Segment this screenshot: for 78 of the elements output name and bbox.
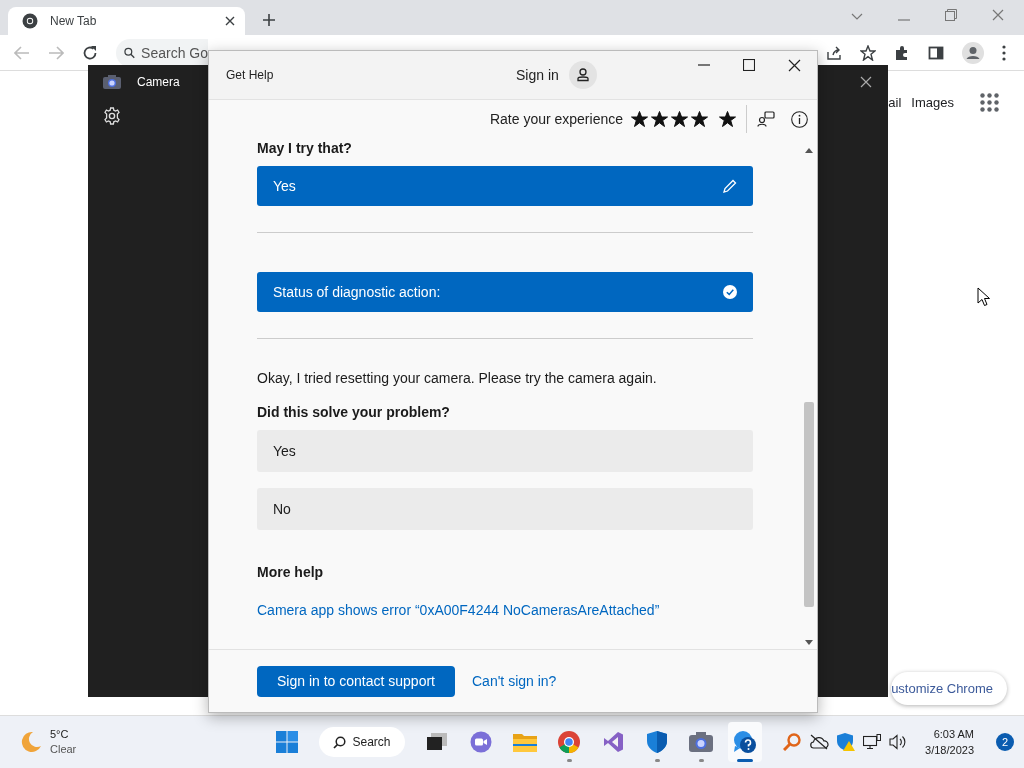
pencil-icon[interactable] [722, 178, 737, 194]
settings-icon[interactable] [103, 107, 121, 125]
chrome-logo-icon [22, 13, 38, 29]
moon-icon [20, 731, 42, 753]
apps-grid-icon[interactable] [980, 93, 999, 112]
response-bar: Yes [257, 166, 753, 206]
taskbar-app[interactable] [728, 722, 762, 762]
chevron-down-icon[interactable] [851, 13, 863, 21]
network-icon[interactable] [863, 734, 882, 750]
reload-icon[interactable] [82, 44, 98, 61]
task-view-icon[interactable] [427, 733, 447, 751]
camera-icon[interactable] [689, 732, 713, 752]
clock-time[interactable]: 6:03 AM [933, 726, 974, 742]
shield-icon[interactable] [647, 731, 667, 753]
video-chat-icon[interactable] [470, 731, 492, 753]
search-icon [124, 45, 136, 60]
section-heading: May I try that? [257, 140, 353, 156]
running-indicator [654, 759, 660, 762]
notification-badge[interactable]: 2 [996, 733, 1014, 751]
browser-tab[interactable]: New Tab [8, 7, 245, 35]
message-text: Okay, I tried resetting your camera. Please try the camera again. [257, 370, 658, 386]
help-chat-icon[interactable] [733, 730, 757, 754]
check-circle-icon [723, 285, 737, 299]
sign-in-button[interactable]: Sign in [516, 61, 597, 89]
window-title: Get Help [226, 68, 275, 82]
scroll-down-icon[interactable] [805, 640, 813, 645]
star-icon[interactable] [671, 110, 688, 128]
menu-icon[interactable] [1002, 44, 1006, 61]
header-link[interactable]: ail [888, 95, 902, 110]
close-icon[interactable] [860, 76, 872, 88]
help-link[interactable]: Camera app shows error “0xA00F4244 NoCamerasAreAttached” [257, 602, 753, 618]
shield-warning-icon[interactable] [837, 733, 856, 751]
running-indicator [698, 759, 704, 762]
running-indicator [737, 759, 753, 762]
close-icon[interactable] [788, 58, 801, 72]
magnifier-icon[interactable] [783, 733, 802, 751]
puzzle-icon[interactable] [894, 44, 910, 61]
scroll-up-icon[interactable] [805, 148, 813, 153]
star-icon[interactable] [651, 110, 668, 128]
person-icon [568, 61, 597, 89]
answer-option[interactable]: Yes [257, 430, 753, 472]
info-icon[interactable] [791, 110, 808, 128]
star-outline-icon[interactable] [860, 44, 876, 61]
cant-sign-in-link[interactable]: Can't sign in? [472, 673, 557, 689]
camera-icon [103, 75, 121, 89]
section-heading: More help [257, 564, 325, 580]
chrome-logo-icon[interactable] [558, 731, 580, 753]
search-icon [333, 735, 347, 749]
scrollbar-thumb[interactable] [804, 402, 814, 607]
share-icon[interactable] [826, 44, 842, 61]
temperature-text: 5°C [50, 727, 70, 742]
window-title: Camera [137, 75, 180, 89]
clock-date[interactable]: 3/18/2023 [925, 742, 974, 758]
star-icon[interactable] [719, 110, 736, 128]
feedback-icon[interactable] [757, 111, 775, 127]
new-tab-icon[interactable] [262, 13, 276, 27]
rating-label: Rate your experience [489, 111, 623, 127]
folder-icon[interactable] [513, 732, 537, 752]
weather-text: Clear [50, 742, 77, 757]
answer-option[interactable]: No [257, 488, 753, 530]
running-indicator [566, 759, 572, 762]
response-bar: Status of diagnostic action: [257, 272, 753, 312]
infinity-logo-icon[interactable] [602, 731, 624, 753]
maximize-icon[interactable] [743, 59, 755, 71]
cursor-icon [977, 287, 990, 307]
restore-icon[interactable] [945, 9, 957, 21]
star-icon[interactable] [631, 110, 648, 128]
star-icon[interactable] [691, 110, 708, 128]
address-bar[interactable]: Search Go [116, 38, 208, 67]
cloud-off-icon[interactable] [809, 734, 830, 750]
customize-button[interactable]: ustomize Chrome [891, 672, 1007, 705]
header-link[interactable]: Images [911, 95, 954, 110]
close-icon[interactable] [225, 16, 235, 26]
profile-icon[interactable] [962, 41, 984, 64]
contact-support-button[interactable]: Sign in to contact support [257, 665, 455, 697]
side-panel-icon[interactable] [928, 44, 944, 61]
volume-icon[interactable] [889, 734, 908, 750]
section-heading: Did this solve your problem? [257, 404, 451, 420]
